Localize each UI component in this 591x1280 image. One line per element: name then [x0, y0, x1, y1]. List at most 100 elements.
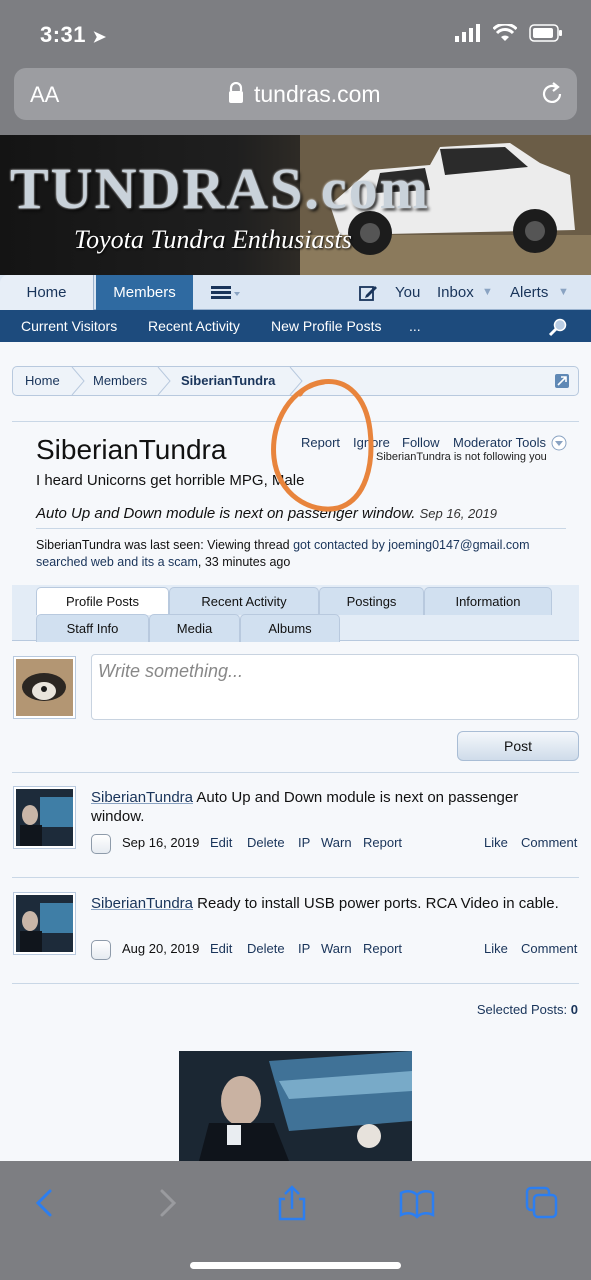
breadcrumb-separator-icon: [71, 367, 85, 395]
compose-icon[interactable]: [358, 283, 378, 303]
selected-posts-count: 0: [570, 1002, 578, 1017]
alerts-dropdown-icon[interactable]: ▼: [558, 286, 569, 298]
divider: [12, 877, 579, 878]
driver-avatar-image: [16, 895, 73, 952]
selected-posts-counter[interactable]: Selected Posts: 0: [477, 1002, 578, 1017]
post-edit-link[interactable]: Edit: [210, 941, 232, 956]
back-icon[interactable]: [24, 1183, 64, 1223]
reload-icon[interactable]: [539, 81, 565, 107]
profile-username: SiberianTundra: [36, 434, 227, 465]
post-comment-link[interactable]: Comment: [521, 835, 577, 850]
last-seen-label: SiberianTundra was last seen: Viewing th…: [36, 538, 294, 552]
nav-members-tab[interactable]: Members: [96, 275, 193, 310]
home-indicator[interactable]: [190, 1262, 401, 1269]
wifi-icon: [493, 24, 517, 41]
subnav-new-profile-posts[interactable]: New Profile Posts: [271, 310, 381, 342]
forward-icon[interactable]: [148, 1183, 188, 1223]
inbox-dropdown-icon[interactable]: ▼: [482, 286, 493, 298]
post-delete-link[interactable]: Delete: [247, 835, 285, 850]
battery-icon: [529, 24, 562, 42]
breadcrumb-members[interactable]: Members: [93, 367, 147, 395]
select-post-checkbox[interactable]: [91, 834, 111, 854]
tab-staff-info[interactable]: Staff Info: [36, 614, 149, 642]
current-user-avatar[interactable]: [13, 656, 76, 719]
post-button[interactable]: Post: [457, 731, 579, 761]
post-report-link[interactable]: Report: [363, 835, 402, 850]
moderator-tools-link[interactable]: Moderator Tools: [453, 435, 546, 450]
hamburger-menu-icon: [211, 286, 240, 299]
divider: [36, 528, 566, 529]
post-author-avatar[interactable]: [13, 786, 76, 849]
nav-you[interactable]: You: [395, 275, 420, 310]
profile-post-placeholder: Write something...: [98, 661, 244, 681]
post-like-link[interactable]: Like: [484, 835, 508, 850]
post-report-link[interactable]: Report: [363, 941, 402, 956]
url-bar[interactable]: AA tundras.com: [14, 68, 577, 120]
nav-home-tab[interactable]: Home: [0, 275, 94, 310]
url-domain[interactable]: tundras.com: [254, 81, 381, 108]
profile-media-image[interactable]: [179, 1051, 412, 1161]
follow-status-text: SiberianTundra is not following you: [376, 451, 547, 463]
nav-alerts[interactable]: Alerts: [510, 275, 548, 310]
post-delete-link[interactable]: Delete: [247, 941, 285, 956]
last-seen-info: SiberianTundra was last seen: Viewing th…: [36, 537, 576, 571]
subnav-recent-activity[interactable]: Recent Activity: [148, 310, 240, 342]
lock-icon: [229, 82, 243, 103]
status-icons: [455, 24, 563, 42]
post-ip-link[interactable]: IP: [298, 835, 310, 850]
nav-menu-button[interactable]: [207, 275, 247, 310]
jump-to-top-icon[interactable]: [554, 373, 570, 389]
tab-media[interactable]: Media: [149, 614, 240, 642]
site-tagline: Toyota Tundra Enthusiasts: [74, 225, 352, 254]
subnav-current-visitors[interactable]: Current Visitors: [21, 310, 117, 342]
post-date[interactable]: Aug 20, 2019: [122, 941, 199, 956]
status-date[interactable]: Sep 16, 2019: [420, 506, 497, 521]
profile-post-text: SiberianTundra Ready to install USB powe…: [91, 894, 561, 913]
subnav-more[interactable]: ...: [409, 310, 421, 342]
status-time: 3:31 ➤: [40, 22, 107, 47]
tabs-icon[interactable]: [522, 1183, 562, 1223]
post-warn-link[interactable]: Warn: [321, 835, 352, 850]
profile-tabs: Profile Posts Recent Activity Postings I…: [12, 585, 579, 642]
divider: [12, 983, 579, 984]
driver-avatar-image: [16, 789, 73, 846]
tab-profile-posts[interactable]: Profile Posts: [36, 587, 169, 615]
moderator-tools-dropdown-icon[interactable]: [551, 435, 567, 451]
profile-post-input[interactable]: Write something...: [91, 654, 579, 720]
search-icon[interactable]: [548, 317, 568, 337]
nav-inbox[interactable]: Inbox: [437, 275, 474, 310]
share-icon[interactable]: [272, 1183, 312, 1223]
bookmarks-icon[interactable]: [397, 1183, 437, 1223]
post-message: Ready to install USB power ports. RCA Vi…: [193, 895, 559, 912]
breadcrumb-separator-icon: [157, 367, 171, 395]
tab-information[interactable]: Information: [424, 587, 552, 615]
post-edit-link[interactable]: Edit: [210, 835, 232, 850]
post-author-link[interactable]: SiberianTundra: [91, 789, 193, 806]
tab-albums[interactable]: Albums: [240, 614, 340, 642]
post-warn-link[interactable]: Warn: [321, 941, 352, 956]
follow-link[interactable]: Follow: [402, 435, 440, 450]
main-nav: Home Members You Inbox ▼ Alerts ▼: [0, 275, 591, 310]
select-post-checkbox[interactable]: [91, 940, 111, 960]
breadcrumb-home[interactable]: Home: [25, 367, 60, 395]
cellular-signal-icon: [455, 24, 480, 42]
location-arrow-icon: ➤: [92, 29, 107, 46]
profile-post-text: SiberianTundra Auto Up and Down module i…: [91, 788, 561, 826]
sub-nav: Current Visitors Recent Activity New Pro…: [0, 310, 591, 342]
ios-status-and-url-area: 3:31 ➤ AA tundras.com: [0, 0, 591, 135]
post-comment-link[interactable]: Comment: [521, 941, 577, 956]
last-seen-time: , 33 minutes ago: [197, 555, 291, 569]
post-ip-link[interactable]: IP: [298, 941, 310, 956]
post-author-avatar[interactable]: [13, 892, 76, 955]
text-size-button[interactable]: AA: [30, 82, 59, 108]
site-logo: TUNDRAS.com: [10, 156, 430, 221]
post-date[interactable]: Sep 16, 2019: [122, 835, 199, 850]
dog-avatar-image: [16, 659, 73, 716]
post-author-link[interactable]: SiberianTundra: [91, 895, 193, 912]
tab-postings[interactable]: Postings: [319, 587, 424, 615]
annotation-circle: [271, 379, 374, 512]
site-banner[interactable]: TUNDRAS.com Toyota Tundra Enthusiasts: [0, 135, 591, 275]
tab-recent-activity[interactable]: Recent Activity: [169, 587, 319, 615]
post-like-link[interactable]: Like: [484, 941, 508, 956]
divider: [12, 772, 579, 773]
